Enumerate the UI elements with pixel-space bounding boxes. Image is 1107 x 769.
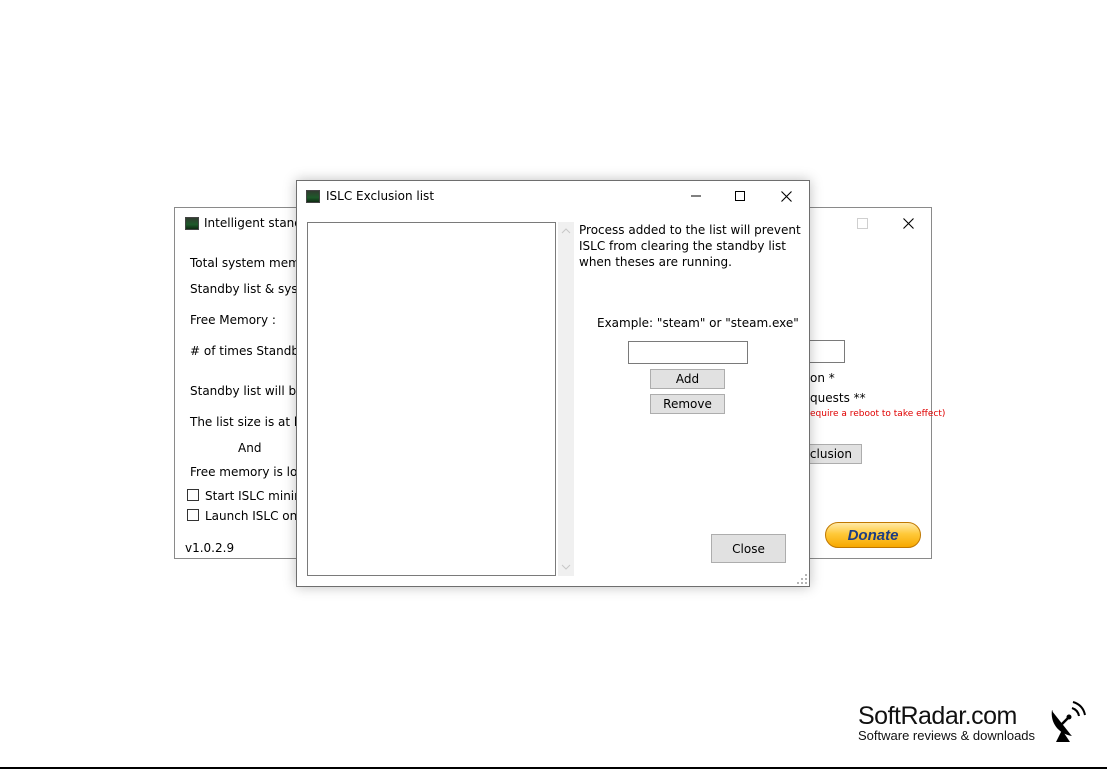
version-label: v1.0.2.9 — [185, 541, 235, 555]
right-on-label: on * — [810, 371, 835, 385]
scroll-up-icon — [561, 228, 571, 234]
exclusion-dialog: ISLC Exclusion list Process added to the… — [296, 180, 810, 587]
dialog-titlebar: ISLC Exclusion list — [297, 181, 809, 211]
reboot-note: equire a reboot to take effect) — [810, 409, 946, 419]
exclusion-listbox[interactable] — [307, 222, 556, 576]
maximize-icon — [735, 191, 745, 201]
free-memory-label: Free Memory : — [190, 313, 276, 327]
minimize-button[interactable] — [674, 181, 718, 211]
scroll-down-icon — [561, 564, 571, 570]
app-icon — [306, 190, 320, 203]
process-name-input[interactable] — [628, 341, 748, 364]
close-window-button[interactable] — [886, 208, 930, 238]
softradar-logo: SoftRadar.com Software reviews & downloa… — [858, 702, 1035, 743]
add-button[interactable]: Add — [650, 369, 725, 389]
brand-name: SoftRadar.com — [858, 702, 1017, 730]
maximize-icon — [856, 217, 868, 229]
maximize-button[interactable] — [718, 181, 762, 211]
start-minimized-checkbox[interactable] — [187, 489, 199, 501]
add-button-label: Add — [675, 372, 700, 386]
listbox-scrollbar[interactable] — [558, 222, 574, 576]
satellite-dish-icon — [1051, 701, 1086, 742]
description-line-1: Process added to the list will prevent — [579, 223, 801, 237]
app-icon — [185, 217, 199, 230]
donate-label: Donate — [847, 526, 899, 544]
remove-button[interactable]: Remove — [650, 394, 725, 414]
close-icon — [902, 217, 914, 229]
main-window-title: Intelligent standb — [204, 216, 310, 230]
close-button[interactable]: Close — [711, 534, 786, 563]
close-button-label: Close — [732, 541, 765, 556]
close-icon — [780, 190, 792, 202]
launch-on-label: Launch ISLC on u — [205, 509, 309, 523]
example-label: Example: "steam" or "steam.exe" — [597, 316, 799, 330]
total-memory-label: Total system memor — [190, 256, 313, 270]
description-line-3: when theses are running. — [579, 255, 732, 269]
donate-button[interactable]: Donate — [825, 522, 921, 548]
maximize-button[interactable] — [840, 208, 884, 238]
launch-on-checkbox[interactable] — [187, 509, 199, 521]
resize-grip-icon[interactable] — [796, 573, 808, 585]
right-requests-label: quests ** — [810, 391, 866, 405]
close-window-button[interactable] — [764, 181, 808, 211]
times-standby-label: # of times Standby l — [190, 344, 314, 358]
and-label: And — [238, 441, 262, 455]
dialog-title: ISLC Exclusion list — [326, 189, 435, 203]
exclusion-button-label: xclusion — [803, 447, 852, 461]
minimize-icon — [691, 195, 701, 197]
description-line-2: ISLC from clearing the standby list — [579, 239, 786, 253]
remove-button-label: Remove — [663, 397, 712, 411]
brand-tagline: Software reviews & downloads — [858, 728, 1036, 743]
